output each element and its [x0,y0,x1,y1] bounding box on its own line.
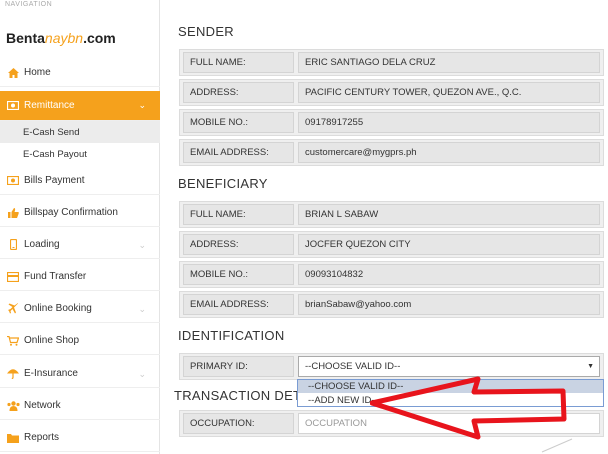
field-label: EMAIL ADDRESS: [183,294,294,315]
sender-address-row: ADDRESS: PACIFIC CENTURY TOWER, QUEZON A… [179,79,604,106]
caret-down-icon: ▼ [587,363,594,370]
sidebar-item-label: Loading [24,239,60,250]
beneficiary-email-field[interactable]: brianSabaw@yahoo.com [298,294,600,315]
sender-title: SENDER [178,24,234,39]
sidebar-item-fund-transfer[interactable]: Fund Transfer [0,263,160,291]
sidebar-item-label: Home [24,67,51,78]
umbrella-icon [2,368,24,379]
sidebar-item-remittance[interactable]: Remittance ⌄ [0,91,160,121]
field-label: MOBILE NO.: [183,264,294,285]
beneficiary-address-field[interactable]: JOCFER QUEZON CITY [298,234,600,255]
field-label: EMAIL ADDRESS: [183,142,294,163]
plane-icon [2,303,24,314]
logo-part3: .com [83,30,116,46]
field-label: ADDRESS: [183,82,294,103]
folder-icon [2,433,24,443]
money-icon [2,101,24,110]
field-label: OCCUPATION: [183,413,294,434]
stray-line-mark [541,438,573,453]
sender-email-row: EMAIL ADDRESS: customercare@mygprs.ph [179,139,604,166]
sender-full-name-row: FULL NAME: ERIC SANTIAGO DELA CRUZ [179,49,604,76]
chevron-down-icon: ⌄ [138,369,146,379]
sender-address-field[interactable]: PACIFIC CENTURY TOWER, QUEZON AVE., Q.C. [298,82,600,103]
sidebar-item-label: Reports [24,432,60,443]
sidebar-item-label: Fund Transfer [24,271,87,282]
sidebar-item-online-shop[interactable]: Online Shop [0,327,160,355]
annotation-arrow-icon [370,376,567,440]
beneficiary-full-name-row: FULL NAME: BRIAN L SABAW [179,201,604,228]
field-label: PRIMARY ID: [183,356,294,377]
sidebar: NAVIGATION Bentanaybn.com Home Remittanc… [0,0,160,454]
transaction-title: TRANSACTION DET [174,388,302,403]
logo-part1: Benta [6,30,45,46]
sidebar-item-reports[interactable]: Reports [0,424,160,452]
sidebar-item-label: Billspay Confirmation [24,207,118,218]
sidebar-item-billspay-confirmation[interactable]: Billspay Confirmation [0,199,160,227]
transfer-icon [2,271,24,282]
sidebar-item-loading[interactable]: Loading ⌄ [0,231,160,259]
chevron-down-icon: ⌄ [138,304,146,314]
chevron-down-icon: ⌄ [138,240,146,250]
sidebar-item-label: Online Booking [24,303,92,314]
sidebar-item-label: Online Shop [24,335,80,346]
sidebar-item-network[interactable]: Network [0,392,160,420]
logo-part2: naybn [44,30,84,46]
field-label: ADDRESS: [183,234,294,255]
sender-full-name-field[interactable]: ERIC SANTIAGO DELA CRUZ [298,52,600,73]
field-label: FULL NAME: [183,52,294,73]
sender-mobile-field[interactable]: 09178917255 [298,112,600,133]
identification-title: IDENTIFICATION [178,328,285,343]
field-label: FULL NAME: [183,204,294,225]
sidebar-item-e-insurance[interactable]: E-Insurance ⌄ [0,360,160,388]
sidebar-item-label: Bills Payment [24,175,85,186]
beneficiary-full-name-field[interactable]: BRIAN L SABAW [298,204,600,225]
logo[interactable]: Bentanaybn.com [6,30,116,46]
primary-id-selected: --CHOOSE VALID ID-- [305,361,401,372]
sidebar-item-label: Network [24,400,61,411]
nav-caption: NAVIGATION [5,1,53,8]
home-icon [2,67,24,78]
beneficiary-mobile-field[interactable]: 09093104832 [298,264,600,285]
sidebar-subitem-ecash-payout[interactable]: E-Cash Payout [0,143,160,165]
sidebar-item-home[interactable]: Home [0,59,160,87]
beneficiary-title: BENEFICIARY [178,176,268,191]
bill-icon [2,176,24,185]
sidebar-item-bills-payment[interactable]: Bills Payment [0,167,160,195]
users-icon [2,400,24,411]
sender-mobile-row: MOBILE NO.: 09178917255 [179,109,604,136]
primary-id-select[interactable]: --CHOOSE VALID ID-- ▼ [298,356,600,377]
beneficiary-address-row: ADDRESS: JOCFER QUEZON CITY [179,231,604,258]
beneficiary-mobile-row: MOBILE NO.: 09093104832 [179,261,604,288]
sidebar-item-online-booking[interactable]: Online Booking ⌄ [0,295,160,323]
thumbs-up-icon [2,207,24,218]
field-label: MOBILE NO.: [183,112,294,133]
cart-icon [2,335,24,346]
sender-email-field[interactable]: customercare@mygprs.ph [298,142,600,163]
sidebar-subitem-ecash-send[interactable]: E-Cash Send [0,121,160,143]
mobile-icon [2,239,24,250]
beneficiary-email-row: EMAIL ADDRESS: brianSabaw@yahoo.com [179,291,604,318]
sidebar-item-label: Remittance [24,100,75,111]
annotation-arrow-shape [370,376,567,440]
chevron-down-icon: ⌄ [138,100,146,110]
sidebar-item-label: E-Insurance [24,368,78,379]
